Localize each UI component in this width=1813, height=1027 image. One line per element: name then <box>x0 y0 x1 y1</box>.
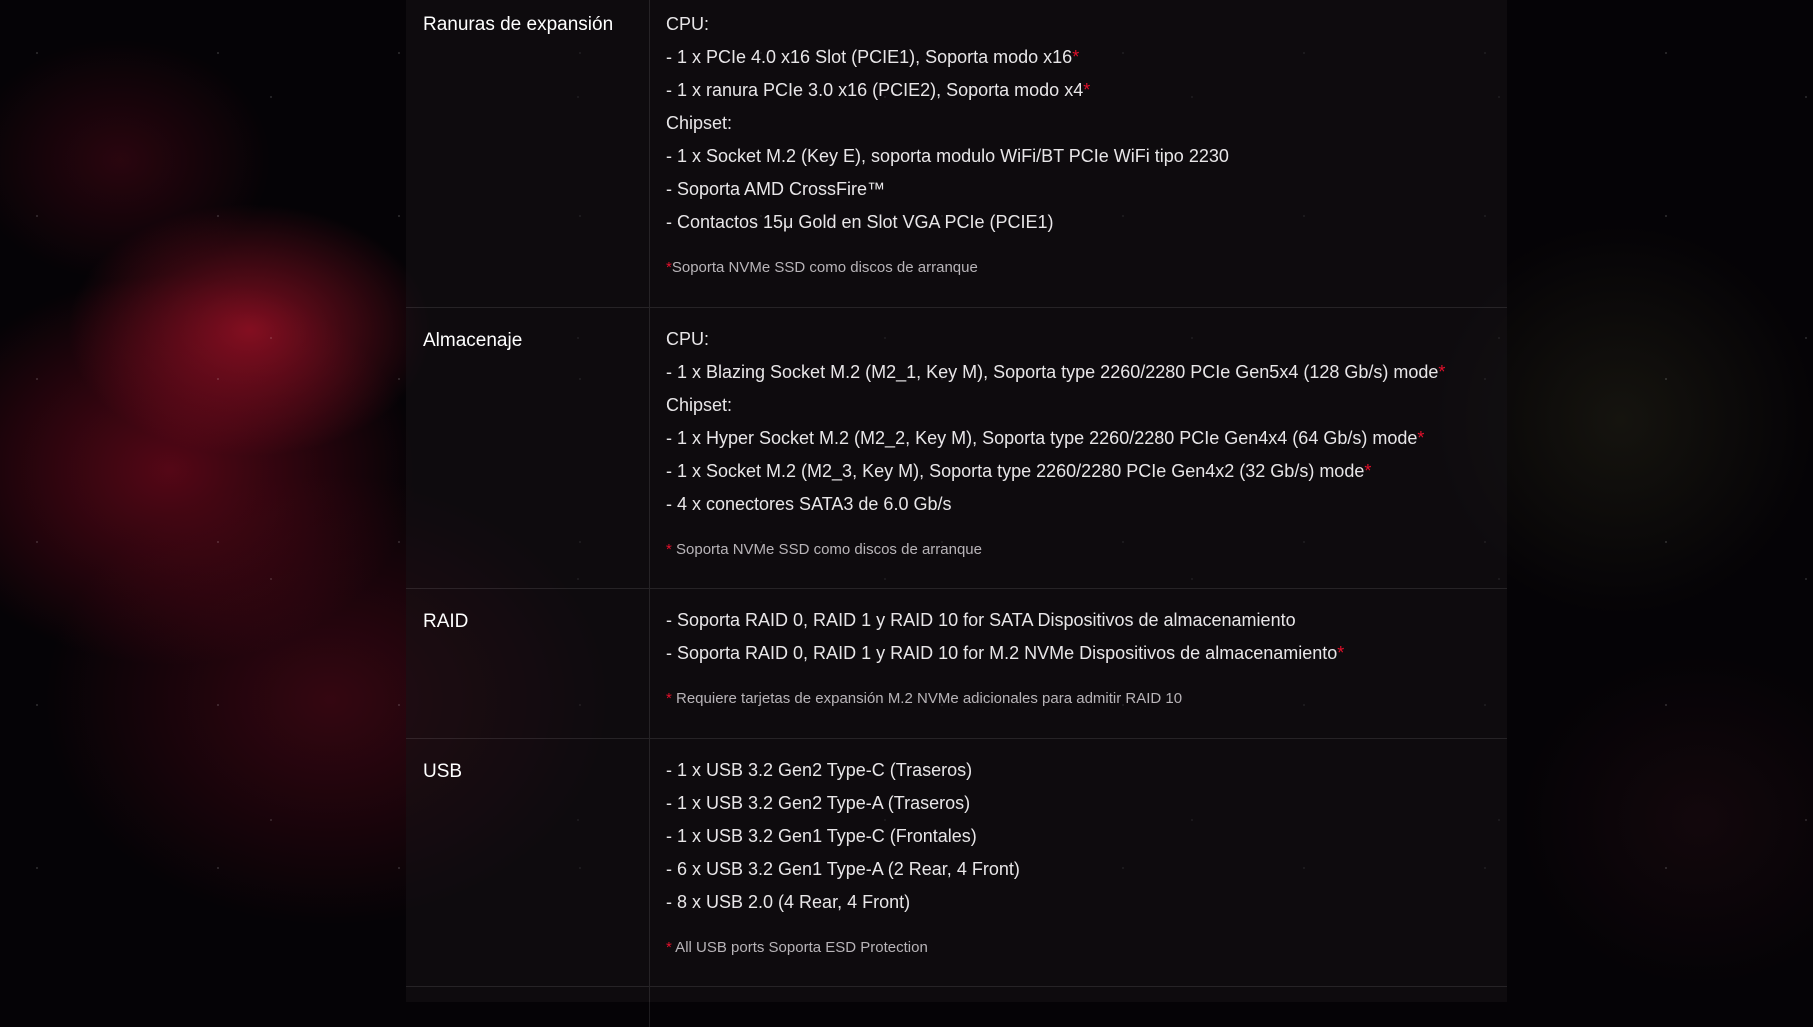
spec-label: Ranuras de expansión <box>406 0 650 307</box>
footnote-marker: * <box>1083 80 1091 100</box>
spec-line: - Contactos 15μ Gold en Slot VGA PCIe (P… <box>666 212 1054 232</box>
spec-line: - 1 x Socket M.2 (Key E), soporta modulo… <box>666 146 1229 166</box>
spec-label-text: USB <box>423 761 463 782</box>
spec-row-next <box>406 987 1507 1027</box>
spec-line: CPU: <box>666 329 710 349</box>
footnote-marker: * <box>1072 47 1080 67</box>
spec-footnote: * All USB ports Soporta ESD Protection <box>666 939 928 956</box>
spec-label-text: Ranuras de expansión <box>423 14 614 35</box>
spec-label: Almacenaje <box>406 308 650 588</box>
spec-label: RAID <box>406 589 650 738</box>
footnote-marker: * <box>1438 362 1446 382</box>
spec-line: - 1 x Socket M.2 (M2_3, Key M), Soporta … <box>666 461 1372 481</box>
spec-line: CPU: <box>666 14 710 34</box>
spec-line: - Soporta RAID 0, RAID 1 y RAID 10 for S… <box>666 610 1296 630</box>
spec-line: Chipset: <box>666 113 733 133</box>
spec-footnote: * Requiere tarjetas de expansión M.2 NVM… <box>666 690 1183 707</box>
footnote-marker: * <box>1417 428 1425 448</box>
spec-content: CPU: - 1 x PCIe 4.0 x16 Slot (PCIE1), So… <box>650 0 1507 307</box>
spec-line: - 4 x conectores SATA3 de 6.0 Gb/s <box>666 494 952 514</box>
spec-row-raid: RAID - Soporta RAID 0, RAID 1 y RAID 10 … <box>406 589 1507 739</box>
spec-label: USB <box>406 739 650 986</box>
footnote-marker: * <box>1364 461 1372 481</box>
spec-content: CPU: - 1 x Blazing Socket M.2 (M2_1, Key… <box>650 308 1507 588</box>
spec-content <box>650 987 1507 1027</box>
spec-line: - 1 x USB 3.2 Gen2 Type-C (Traseros) <box>666 760 973 780</box>
spec-label-text: RAID <box>423 611 469 632</box>
spec-line: - 1 x Hyper Socket M.2 (M2_2, Key M), So… <box>666 428 1425 448</box>
spec-label <box>406 987 650 1027</box>
spec-line: - Soporta RAID 0, RAID 1 y RAID 10 for M… <box>666 643 1345 663</box>
spec-line: - 8 x USB 2.0 (4 Rear, 4 Front) <box>666 892 911 912</box>
spec-line: - 1 x PCIe 4.0 x16 Slot (PCIE1), Soporta… <box>666 47 1080 67</box>
spec-line: - 6 x USB 3.2 Gen1 Type-A (2 Rear, 4 Fro… <box>666 859 1020 879</box>
spec-line: - 1 x USB 3.2 Gen1 Type-C (Frontales) <box>666 826 977 846</box>
spec-line: - 1 x ranura PCIe 3.0 x16 (PCIE2), Sopor… <box>666 80 1091 100</box>
spec-content: - Soporta RAID 0, RAID 1 y RAID 10 for S… <box>650 589 1507 738</box>
spec-row-expansion-slots: Ranuras de expansión CPU: - 1 x PCIe 4.0… <box>406 0 1507 308</box>
spec-content: - 1 x USB 3.2 Gen2 Type-C (Traseros) - 1… <box>650 739 1507 986</box>
spec-footnote: * Soporta NVMe SSD como discos de arranq… <box>666 541 982 558</box>
spec-line: - Soporta AMD CrossFire™ <box>666 179 886 199</box>
spec-row-usb: USB - 1 x USB 3.2 Gen2 Type-C (Traseros)… <box>406 739 1507 987</box>
spec-row-storage: Almacenaje CPU: - 1 x Blazing Socket M.2… <box>406 308 1507 589</box>
footnote-marker: * <box>1337 643 1345 663</box>
spec-table: Ranuras de expansión CPU: - 1 x PCIe 4.0… <box>406 0 1507 1027</box>
spec-line: - 1 x USB 3.2 Gen2 Type-A (Traseros) <box>666 793 971 813</box>
spec-line: Chipset: <box>666 395 733 415</box>
spec-line: - 1 x Blazing Socket M.2 (M2_1, Key M), … <box>666 362 1446 382</box>
spec-label-text: Almacenaje <box>423 330 523 351</box>
spec-footnote: *Soporta NVMe SSD como discos de arranqu… <box>666 259 978 276</box>
